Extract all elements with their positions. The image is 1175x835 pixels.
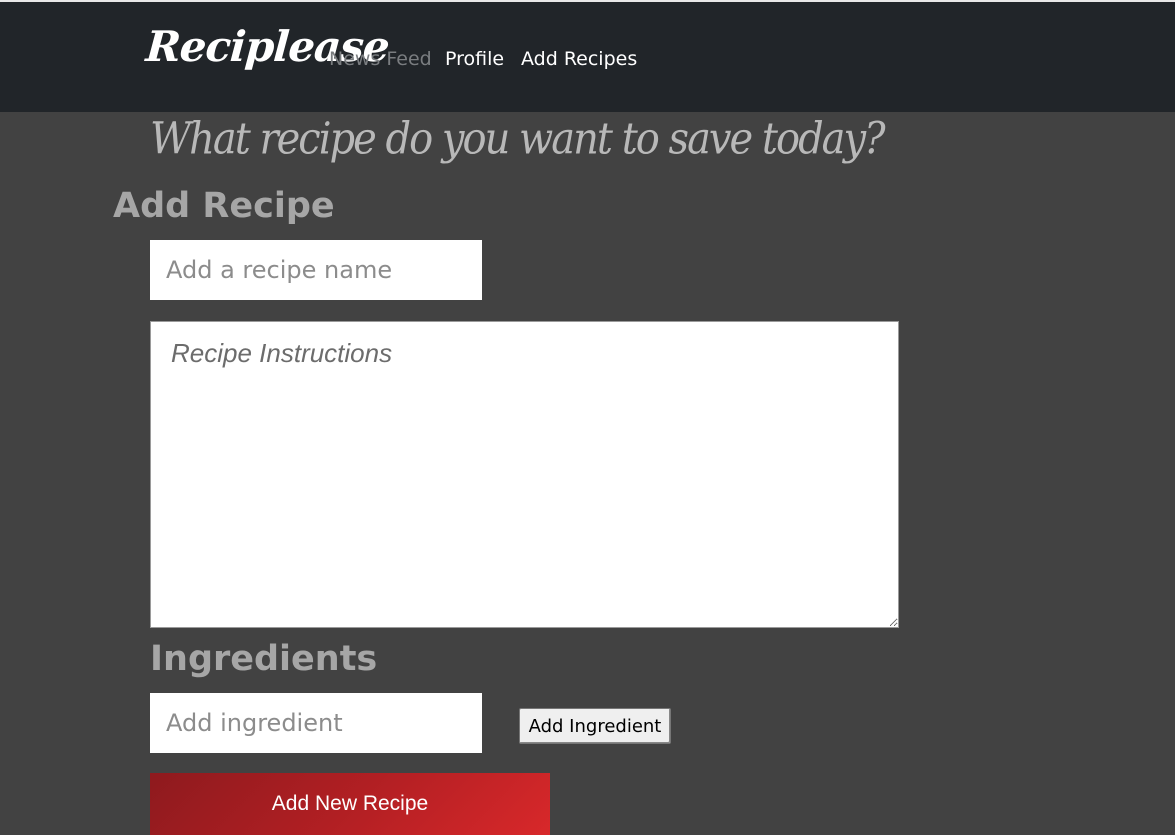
add-recipe-heading: Add Recipe	[113, 186, 335, 226]
add-ingredient-button[interactable]: Add Ingredient	[519, 708, 671, 744]
recipe-name-input[interactable]	[150, 240, 482, 300]
nav-link-profile[interactable]: Profile	[445, 48, 504, 70]
page-tagline: What recipe do you want to save today?	[150, 114, 886, 165]
ingredients-heading: Ingredients	[150, 639, 378, 679]
top-navbar: Reciplease News Feed Profile Add Recipes	[0, 0, 1175, 112]
recipe-instructions-textarea[interactable]	[150, 321, 899, 628]
nav-link-news-feed[interactable]: News Feed	[329, 48, 432, 70]
nav-link-add-recipes[interactable]: Add Recipes	[521, 48, 637, 70]
add-new-recipe-button[interactable]: Add New Recipe	[150, 773, 550, 835]
ingredient-input[interactable]	[150, 693, 482, 753]
